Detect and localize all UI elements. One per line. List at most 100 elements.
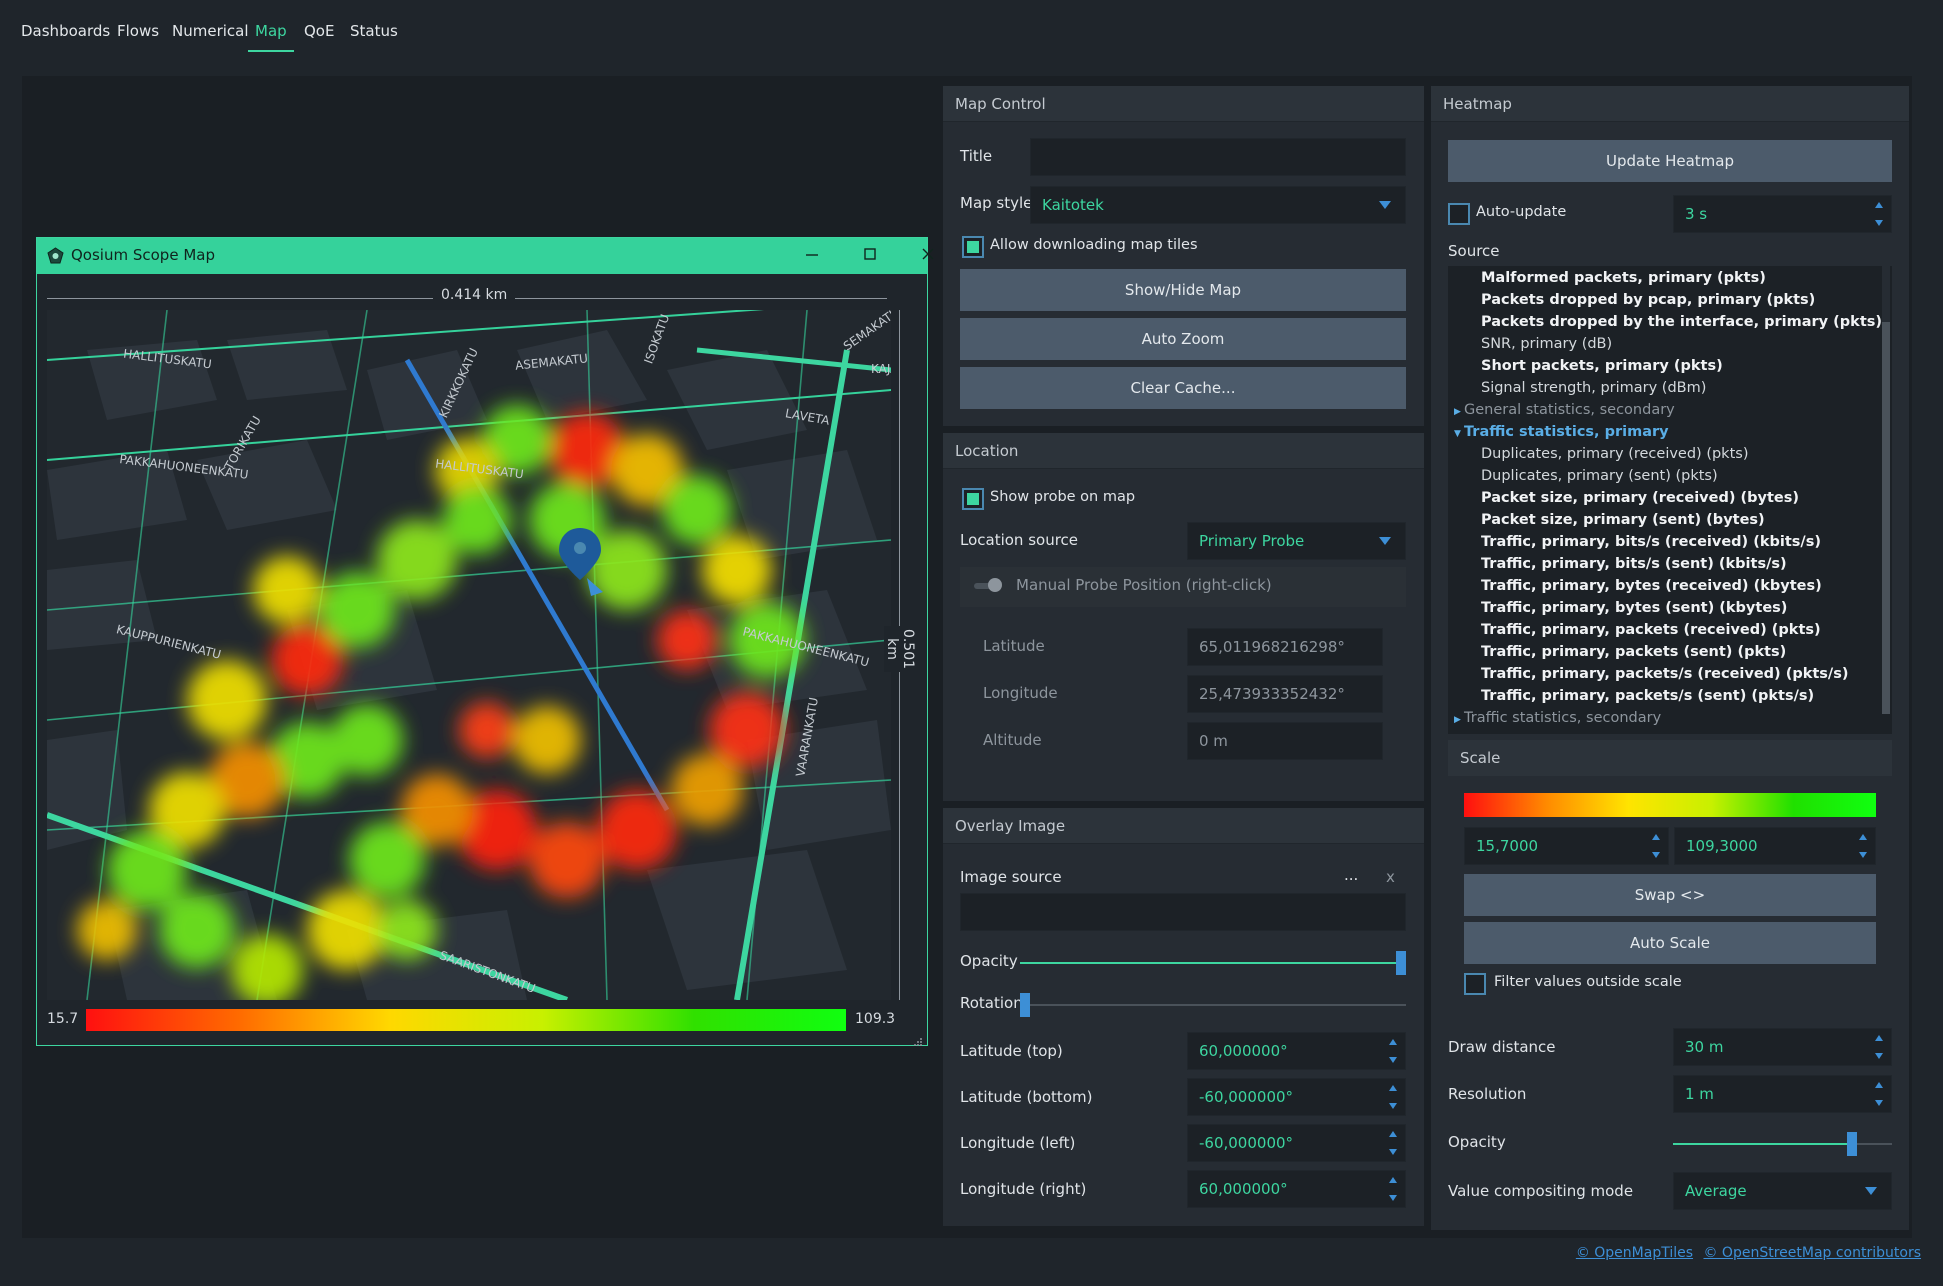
lat-bottom-spinbox[interactable]: -60,000000° — [1187, 1078, 1406, 1116]
draw-distance-spinbox[interactable]: 30 m — [1673, 1028, 1892, 1066]
tree-item-label: Traffic statistics, secondary — [1464, 710, 1662, 726]
street-label: KAJA — [871, 362, 891, 376]
resize-grip-icon[interactable] — [913, 1033, 923, 1051]
tree-scrollbar-thumb[interactable] — [1882, 322, 1890, 714]
tree-item-label: Traffic, primary, packets/s (received) (… — [1481, 666, 1849, 682]
lat-top-value: 60,000000° — [1199, 1042, 1288, 1060]
tree-item[interactable]: ▼ Traffic statistics, primary — [1454, 421, 1669, 443]
lon-left-label: Longitude (left) — [960, 1134, 1076, 1152]
tree-item[interactable]: Traffic, primary, bits/s (sent) (kbits/s… — [1481, 553, 1787, 575]
source-tree[interactable]: Malformed packets, primary (pkts) Packets… — [1448, 266, 1892, 734]
tab-qoe[interactable]: QoE — [304, 20, 334, 52]
minimize-icon[interactable] — [797, 242, 827, 270]
tab-status[interactable]: Status — [350, 20, 398, 52]
tree-item[interactable]: Traffic, primary, packets/s (sent) (pkts… — [1481, 685, 1814, 707]
scale-max-spinbox[interactable]: 109,3000 — [1674, 827, 1876, 865]
tab-dashboards[interactable]: Dashboards — [21, 20, 110, 52]
tree-item[interactable]: Duplicates, primary (sent) (pkts) — [1481, 465, 1718, 487]
tree-item[interactable]: Traffic, primary, bytes (sent) (kbytes) — [1481, 597, 1787, 619]
tree-item[interactable]: Signal strength, primary (dBm) — [1481, 377, 1706, 399]
filter-values-checkbox[interactable] — [1464, 973, 1486, 995]
map-canvas[interactable]: HALLITUSKATU ASEMAKATU KIRKKOKATU ISOKAT… — [47, 310, 891, 1000]
tree-item[interactable]: Traffic, primary, packets/s (received) (… — [1481, 663, 1848, 685]
map-window[interactable]: Qosium Scope Map 0.414 km HALLITUSKATU A… — [36, 237, 934, 1046]
overlay-opacity-slider[interactable] — [1020, 962, 1402, 964]
tree-item-label: Packet size, primary (sent) (bytes) — [1481, 512, 1765, 528]
compositing-mode-dropdown[interactable]: Average — [1673, 1172, 1892, 1210]
tree-item[interactable]: Short packets, primary (pkts) — [1481, 355, 1723, 377]
lat-bottom-label: Latitude (bottom) — [960, 1088, 1093, 1106]
lat-top-spinbox[interactable]: 60,000000° — [1187, 1032, 1406, 1070]
heatmap-header: Heatmap — [1431, 86, 1909, 122]
tab-map[interactable]: Map — [248, 20, 294, 52]
tree-item[interactable]: Traffic, primary, bits/s (received) (kbi… — [1481, 531, 1821, 553]
openstreetmap-link[interactable]: © OpenStreetMap contributors — [1703, 1245, 1921, 1261]
latitude-label: Latitude — [983, 637, 1045, 655]
close-icon[interactable] — [913, 242, 943, 270]
allow-tiles-checkbox[interactable] — [962, 236, 984, 258]
lat-top-label: Latitude (top) — [960, 1042, 1063, 1060]
legend-gradient — [86, 1009, 846, 1031]
map-control-header: Map Control — [943, 86, 1424, 122]
tree-item[interactable]: Packet size, primary (received) (bytes) — [1481, 487, 1799, 509]
tree-item[interactable]: Traffic, primary, bytes (received) (kbyt… — [1481, 575, 1822, 597]
source-label: Source — [1448, 242, 1500, 260]
heatmap-opacity-remaining[interactable] — [1853, 1143, 1892, 1145]
tab-flows[interactable]: Flows — [117, 20, 159, 52]
tree-item[interactable]: Packets dropped by pcap, primary (pkts) — [1481, 289, 1815, 311]
heatmap-opacity-label: Opacity — [1448, 1133, 1506, 1151]
location-source-dropdown[interactable]: Primary Probe — [1187, 522, 1406, 560]
openmaptiles-link[interactable]: © OpenMapTiles — [1576, 1245, 1693, 1261]
tree-item[interactable]: SNR, primary (dB) — [1481, 333, 1612, 355]
latitude-field: 65,011968216298° — [1187, 628, 1383, 666]
clear-cache-button[interactable]: Clear Cache... — [960, 367, 1406, 409]
maximize-icon[interactable] — [855, 242, 885, 270]
tree-item-label: SNR, primary (dB) — [1481, 336, 1613, 352]
auto-update-checkbox[interactable] — [1448, 203, 1470, 225]
show-hide-map-button[interactable]: Show/Hide Map — [960, 269, 1406, 311]
filter-values-label: Filter values outside scale — [1494, 974, 1682, 990]
clear-image-button[interactable]: x — [1386, 868, 1395, 886]
tree-item[interactable]: ▶ Traffic statistics, secondary — [1454, 707, 1661, 729]
scale-min-spinbox[interactable]: 15,7000 — [1464, 827, 1669, 865]
tree-item[interactable]: Packet size, primary (sent) (bytes) — [1481, 509, 1765, 531]
lon-left-spinbox[interactable]: -60,000000° — [1187, 1124, 1406, 1162]
overlay-opacity-handle[interactable] — [1396, 951, 1406, 975]
lon-right-spinbox[interactable]: 60,000000° — [1187, 1170, 1406, 1208]
tree-item[interactable]: Duplicates, primary (received) (pkts) — [1481, 443, 1748, 465]
collapse-arrow-icon[interactable]: ▶ — [1454, 709, 1464, 731]
collapse-arrow-icon[interactable]: ▶ — [1454, 401, 1464, 423]
tree-item-label: Traffic, primary, bits/s (sent) (kbits/s… — [1481, 556, 1787, 572]
manual-position-label: Manual Probe Position (right-click) — [1016, 576, 1272, 594]
title-input[interactable] — [1030, 138, 1406, 176]
image-source-input[interactable] — [960, 893, 1406, 931]
manual-position-toggle-row[interactable]: Manual Probe Position (right-click) — [960, 567, 1406, 607]
image-source-label: Image source — [960, 868, 1062, 886]
map-window-titlebar[interactable]: Qosium Scope Map — [37, 238, 934, 274]
tree-item[interactable]: Traffic, primary, packets (sent) (pkts) — [1481, 641, 1786, 663]
tree-item[interactable]: Malformed packets, primary (pkts) — [1481, 267, 1766, 289]
rotation-handle[interactable] — [1020, 993, 1030, 1017]
tree-item[interactable]: Traffic, primary, packets (received) (pk… — [1481, 619, 1821, 641]
tree-item[interactable]: ▶ General statistics, secondary — [1454, 399, 1675, 421]
auto-scale-button[interactable]: Auto Scale — [1464, 922, 1876, 964]
tree-item[interactable]: Packets dropped by the interface, primar… — [1481, 311, 1882, 333]
show-probe-checkbox[interactable] — [962, 488, 984, 510]
update-heatmap-button[interactable]: Update Heatmap — [1448, 140, 1892, 182]
draw-distance-label: Draw distance — [1448, 1038, 1556, 1056]
heatmap-opacity-filled[interactable] — [1673, 1143, 1853, 1145]
map-style-value: Kaitotek — [1042, 196, 1104, 214]
map-style-dropdown[interactable]: Kaitotek — [1030, 186, 1406, 224]
auto-zoom-button[interactable]: Auto Zoom — [960, 318, 1406, 360]
tab-numerical[interactable]: Numerical — [172, 20, 249, 52]
auto-update-interval-spinbox[interactable]: 3 s — [1673, 195, 1892, 233]
top-navigation: Dashboards Flows Numerical Map QoE Statu… — [0, 0, 1943, 56]
heatmap-opacity-handle[interactable] — [1847, 1132, 1857, 1156]
expand-arrow-icon[interactable]: ▼ — [1454, 423, 1464, 445]
resolution-spinbox[interactable]: 1 m — [1673, 1075, 1892, 1113]
swap-button[interactable]: Swap <> — [1464, 874, 1876, 916]
scale-min-value: 15,7000 — [1476, 837, 1539, 855]
browse-button[interactable]: ... — [1344, 866, 1358, 884]
rotation-slider[interactable] — [1020, 1004, 1406, 1006]
lat-bottom-value: -60,000000° — [1199, 1088, 1294, 1106]
